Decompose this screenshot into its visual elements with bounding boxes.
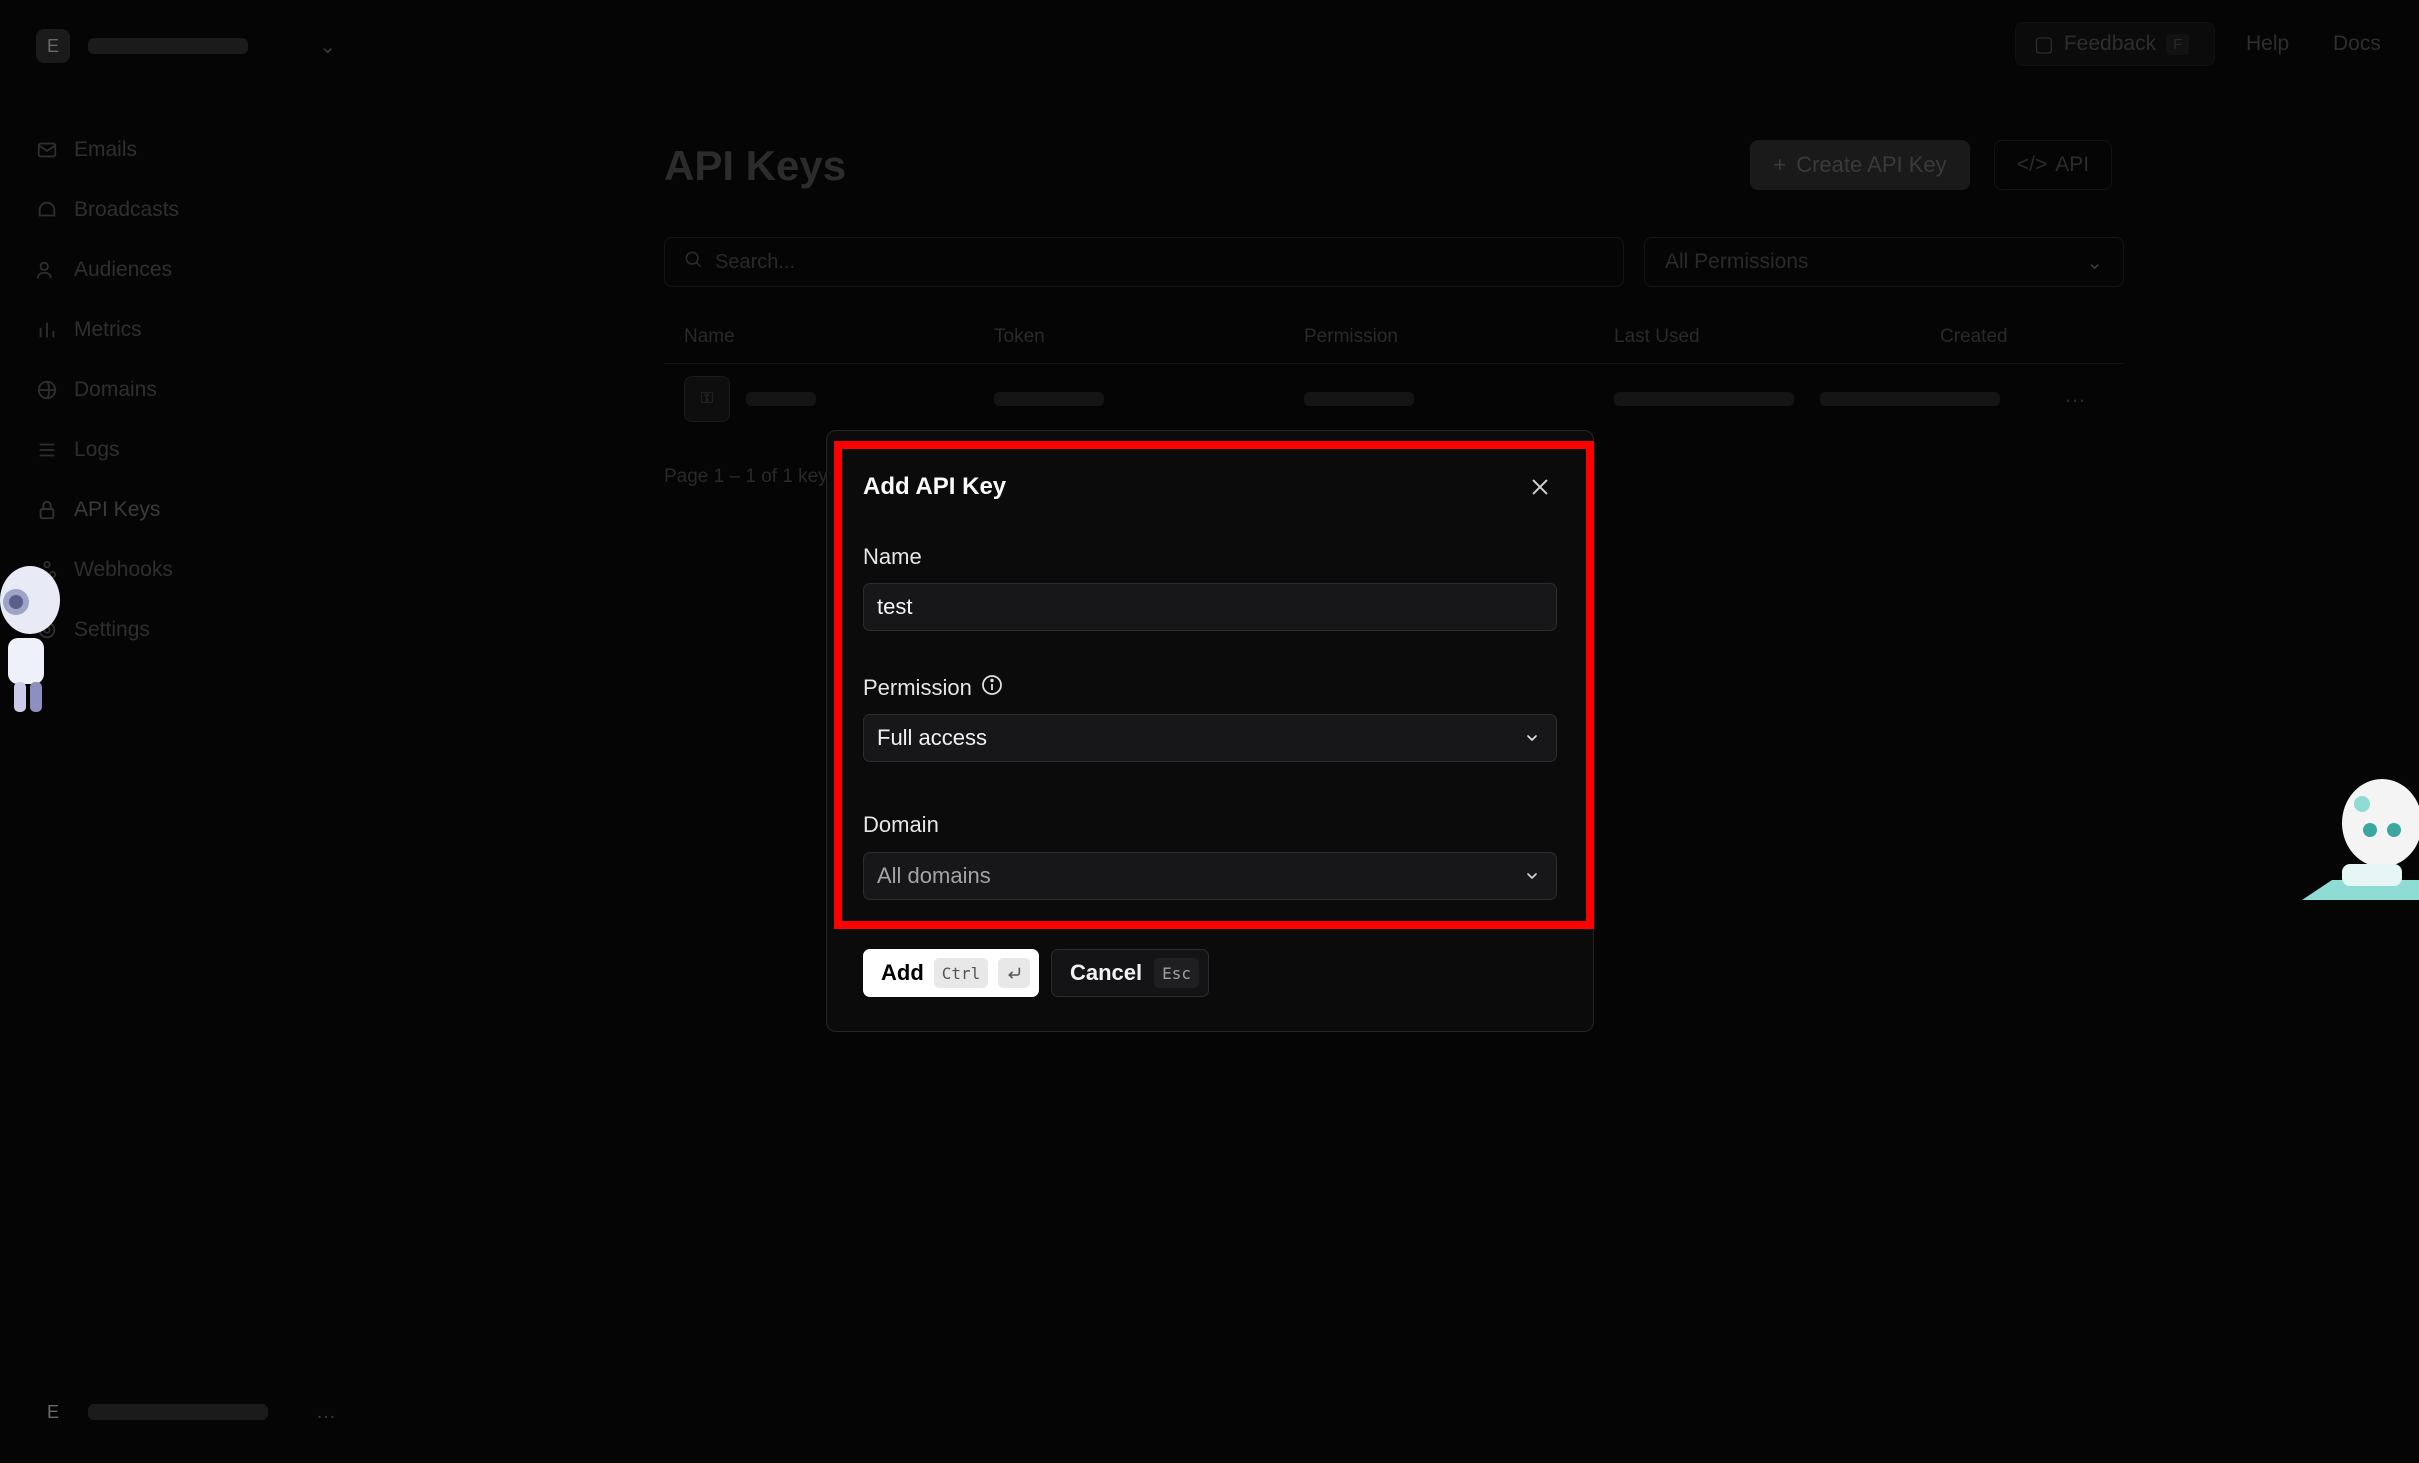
sidebar-item-label: Audiences bbox=[74, 258, 173, 281]
info-icon[interactable] bbox=[980, 673, 1004, 703]
cancel-button[interactable]: Cancel Esc bbox=[1051, 949, 1209, 997]
sidebar-item-broadcasts[interactable]: Broadcasts bbox=[34, 180, 334, 240]
user-menu[interactable]: E … bbox=[36, 1395, 336, 1429]
chart-icon bbox=[34, 317, 60, 343]
team-name-redacted bbox=[88, 38, 248, 54]
pagination-info: Page 1 – 1 of 1 keys bbox=[664, 466, 838, 487]
sidebar: E ⌄ Emails Broadcasts Audiences Metrics bbox=[0, 0, 360, 1463]
sidebar-item-label: Settings bbox=[74, 618, 150, 641]
team-avatar: E bbox=[36, 29, 70, 63]
chevron-down-icon: ⌄ bbox=[2086, 251, 2103, 274]
sidebar-item-label: Webhooks bbox=[74, 558, 173, 581]
feedback-shortcut: F bbox=[2166, 33, 2190, 55]
close-button[interactable] bbox=[1524, 471, 1556, 503]
feedback-button[interactable]: ▢ Feedback F bbox=[2015, 22, 2215, 66]
sidebar-item-label: Domains bbox=[74, 378, 157, 401]
sidebar-item-audiences[interactable]: Audiences bbox=[34, 240, 334, 300]
close-icon bbox=[1532, 479, 1548, 495]
mascot-left-image bbox=[0, 566, 60, 712]
permission-filter-value: All Permissions bbox=[1665, 250, 1809, 273]
token-redacted bbox=[994, 392, 1104, 406]
sidebar-item-label: Emails bbox=[74, 138, 138, 161]
table-header: Name Token Permission Last Used Created bbox=[664, 310, 2124, 364]
esc-shortcut-badge: Esc bbox=[1154, 958, 1200, 988]
message-icon: ▢ bbox=[2034, 32, 2054, 56]
sidebar-item-api-keys[interactable]: API Keys bbox=[34, 480, 334, 540]
sidebar-item-domains[interactable]: Domains bbox=[34, 360, 334, 420]
list-icon bbox=[34, 437, 60, 463]
search-placeholder: Search... bbox=[715, 250, 796, 273]
sidebar-item-settings[interactable]: Settings bbox=[34, 600, 334, 660]
plus-icon: + bbox=[1773, 152, 1787, 177]
column-header: Name bbox=[684, 325, 735, 347]
name-label-text: Name bbox=[863, 544, 922, 569]
sidebar-item-label: Metrics bbox=[74, 318, 142, 341]
create-api-key-label: Create API Key bbox=[1796, 152, 1947, 177]
column-header: Created bbox=[1940, 325, 2008, 347]
team-switcher[interactable]: E ⌄ bbox=[36, 28, 336, 64]
api-docs-button[interactable]: </> API bbox=[1994, 140, 2112, 190]
permission-redacted bbox=[1304, 392, 1414, 406]
app-root: E ⌄ Emails Broadcasts Audiences Metrics bbox=[0, 0, 2419, 1463]
user-email-redacted bbox=[88, 1404, 268, 1420]
help-link[interactable]: Help bbox=[2246, 22, 2289, 66]
table-row[interactable]: ⚿ … bbox=[664, 370, 2124, 428]
chevron-down-icon bbox=[1521, 727, 1543, 749]
last-used-redacted bbox=[1614, 392, 1794, 406]
permission-label-text: Permission bbox=[863, 675, 972, 700]
sidebar-nav: Emails Broadcasts Audiences Metrics Doma… bbox=[34, 120, 334, 660]
users-icon bbox=[34, 257, 60, 283]
add-button-label: Add bbox=[881, 960, 924, 985]
search-input[interactable]: Search... bbox=[664, 237, 1624, 287]
create-api-key-button[interactable]: + Create API Key bbox=[1750, 140, 1970, 190]
add-api-key-dialog: Add API Key Name Permission Full access … bbox=[826, 430, 1594, 1032]
domain-select[interactable]: All domains bbox=[863, 852, 1557, 900]
row-actions-icon[interactable]: … bbox=[2064, 382, 2086, 408]
more-icon: … bbox=[316, 1400, 336, 1423]
feedback-label: Feedback bbox=[2063, 32, 2157, 55]
broadcast-icon bbox=[34, 197, 60, 223]
cancel-button-label: Cancel bbox=[1070, 960, 1143, 985]
mascot-right-image bbox=[2302, 779, 2419, 900]
column-header: Last Used bbox=[1614, 325, 1700, 347]
mail-icon bbox=[34, 137, 60, 163]
created-redacted bbox=[1820, 392, 2000, 406]
ctrl-shortcut-badge: Ctrl bbox=[933, 958, 989, 988]
domain-label: Domain bbox=[863, 812, 939, 838]
sidebar-item-logs[interactable]: Logs bbox=[34, 420, 334, 480]
chevron-down-icon bbox=[1521, 865, 1543, 887]
api-label: API bbox=[2055, 153, 2090, 176]
api-keys-table: Name Token Permission Last Used Created … bbox=[664, 310, 2124, 422]
name-label: Name bbox=[863, 544, 922, 570]
code-icon: </> bbox=[2016, 153, 2048, 176]
permission-select[interactable]: Full access bbox=[863, 714, 1557, 762]
add-button[interactable]: Add Ctrl bbox=[863, 949, 1039, 997]
domain-select-value: All domains bbox=[877, 863, 991, 888]
globe-icon bbox=[34, 377, 60, 403]
permission-filter-select[interactable]: All Permissions ⌄ bbox=[1644, 237, 2124, 287]
page-title: API Keys bbox=[664, 142, 847, 189]
dialog-title: Add API Key bbox=[863, 473, 1007, 500]
search-icon bbox=[683, 249, 703, 275]
sidebar-item-label: API Keys bbox=[74, 498, 161, 521]
sidebar-item-webhooks[interactable]: Webhooks bbox=[34, 540, 334, 600]
lock-icon bbox=[34, 497, 60, 523]
enter-key-icon bbox=[998, 958, 1031, 988]
column-header: Token bbox=[994, 325, 1045, 347]
sidebar-item-metrics[interactable]: Metrics bbox=[34, 300, 334, 360]
chevron-down-icon: ⌄ bbox=[319, 35, 336, 58]
key-icon: ⚿ bbox=[684, 376, 730, 422]
name-input[interactable] bbox=[863, 583, 1557, 631]
docs-link[interactable]: Docs bbox=[2333, 22, 2381, 66]
key-name-redacted bbox=[746, 392, 816, 406]
domain-label-text: Domain bbox=[863, 812, 939, 837]
sidebar-item-emails[interactable]: Emails bbox=[34, 120, 334, 180]
permission-select-value: Full access bbox=[877, 725, 988, 750]
column-header: Permission bbox=[1304, 325, 1398, 347]
user-avatar: E bbox=[46, 1401, 59, 1422]
permission-label: Permission bbox=[863, 673, 1004, 703]
sidebar-item-label: Broadcasts bbox=[74, 198, 180, 221]
sidebar-item-label: Logs bbox=[74, 438, 120, 461]
